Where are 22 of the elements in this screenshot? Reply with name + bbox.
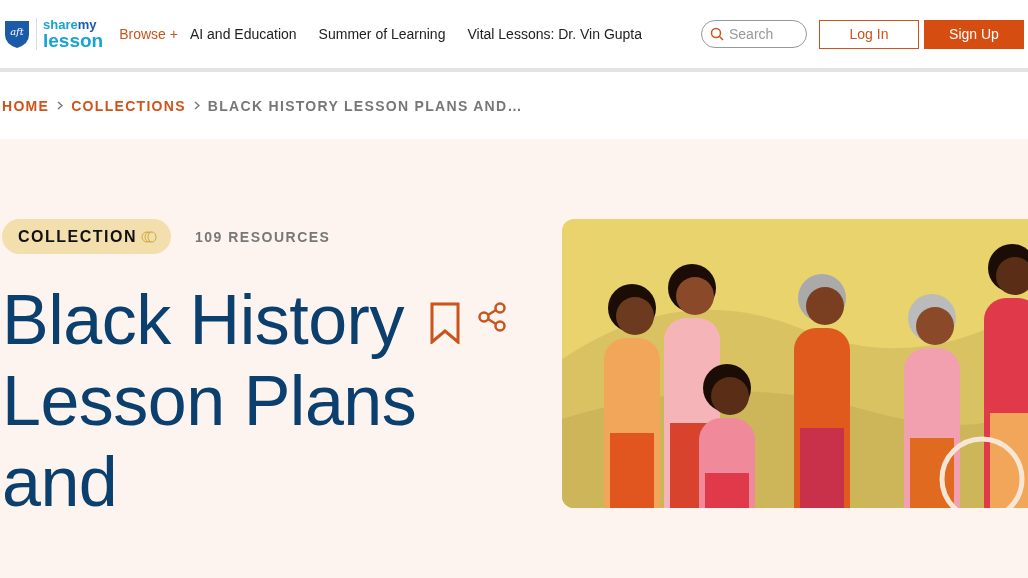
sign-up-button[interactable]: Sign Up [924,19,1024,49]
search-field[interactable]: Search [701,20,807,48]
page-title: Black History Lesson Plans and [2,280,418,523]
nav-link[interactable]: AI and Education [189,26,297,42]
nav-link[interactable]: Vital Lessons: Dr. Vin Gupta [467,26,643,42]
search-icon [710,27,724,41]
tag-label: COLLECTION [18,227,137,246]
logo-text[interactable]: lesson [43,32,104,50]
logo-initials-label: aft [10,26,24,37]
bookmark-icon[interactable] [430,302,460,344]
resource-count: 109 RESOURCES [195,228,331,245]
breadcrumb-current: BLACK HISTORY LESSON PLANS AND… [207,97,523,114]
coins-icon [141,230,157,243]
logo-text[interactable]: sharemy [43,18,104,32]
breadcrumb-link[interactable]: COLLECTIONS [71,97,186,114]
browse-menu[interactable]: Browse + [119,26,178,42]
share-icon[interactable] [478,302,506,332]
chevron-icon [193,101,200,110]
chevron-icon [57,101,64,110]
breadcrumb-link[interactable]: HOME [2,97,50,114]
nav-link[interactable]: Summer of Learning [318,26,446,42]
log-in-button[interactable]: Log In [819,19,919,49]
